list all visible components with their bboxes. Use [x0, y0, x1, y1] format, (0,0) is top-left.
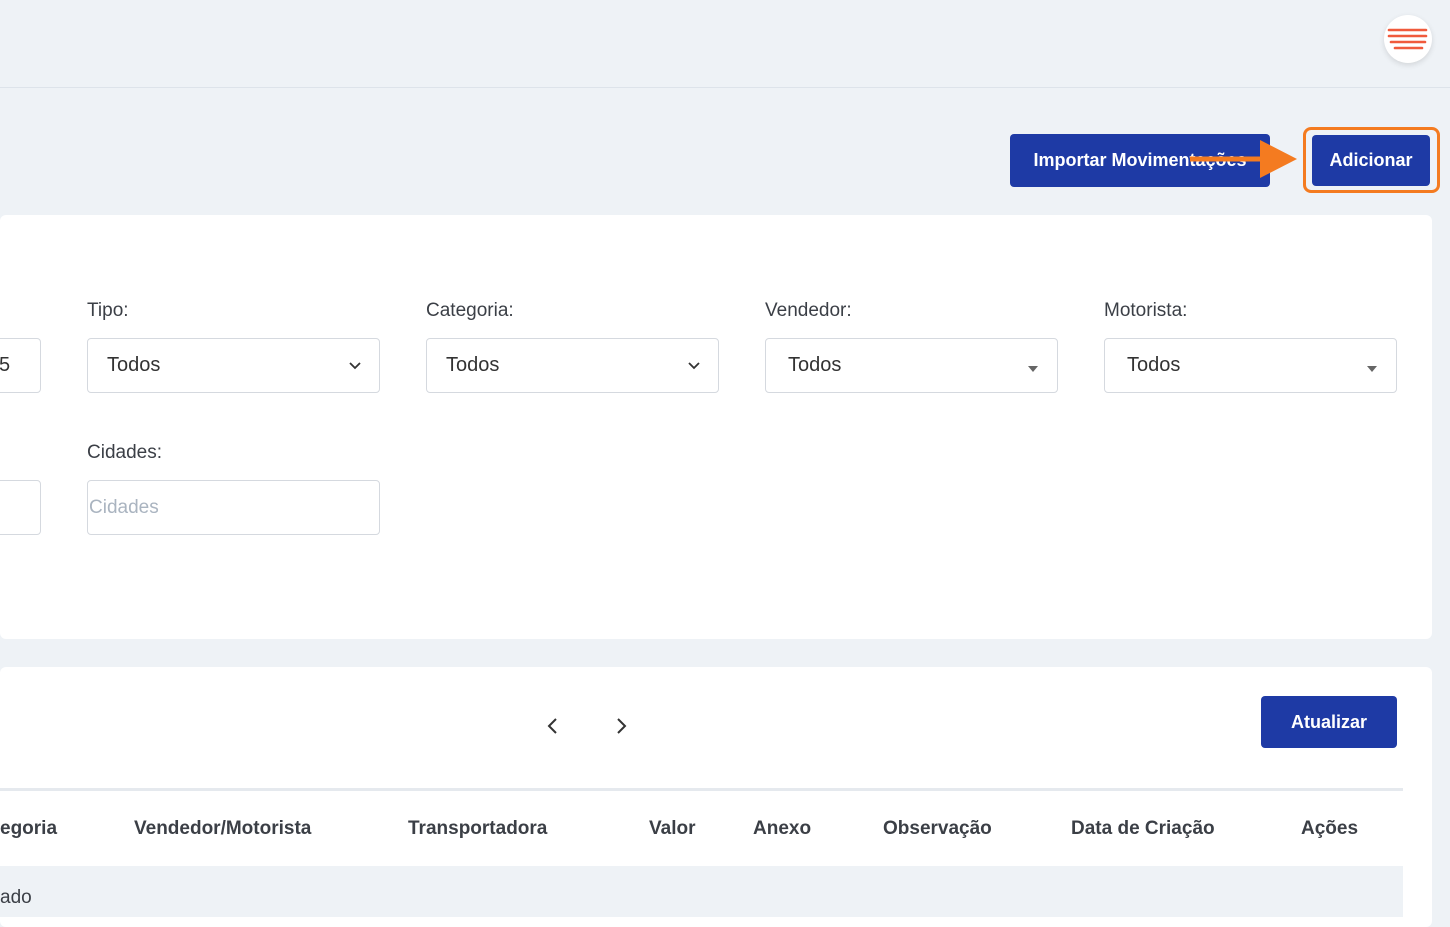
tipo-select[interactable]: Todos — [87, 338, 380, 393]
categoria-select-value: Todos — [446, 354, 500, 376]
tipo-label: Tipo: — [87, 300, 129, 321]
column-header-acoes: Ações — [1301, 818, 1359, 839]
table-header-divider — [0, 788, 1403, 791]
prev-page-button[interactable] — [536, 709, 570, 743]
user-avatar[interactable] — [1384, 15, 1432, 63]
add-button[interactable]: Adicionar — [1312, 135, 1430, 186]
column-header-data-criacao[interactable]: Data de Criação — [1071, 818, 1215, 840]
date-field-partial[interactable]: 5 — [0, 338, 41, 393]
filter-field-partial[interactable] — [0, 480, 41, 535]
table-row — [0, 866, 1403, 917]
top-bar — [0, 0, 1450, 88]
vendedor-select-value: Todos — [788, 354, 842, 376]
tipo-select-value: Todos — [107, 354, 161, 376]
chevron-left-icon — [547, 718, 557, 734]
column-header-observacao[interactable]: Observação — [883, 818, 992, 840]
tutorial-arrow-icon — [1190, 140, 1297, 178]
column-header-transportadora[interactable]: Transportadora — [408, 818, 547, 840]
motorista-select-value: Todos — [1127, 354, 1181, 376]
filters-panel — [0, 215, 1432, 639]
cidades-label: Cidades: — [87, 442, 162, 463]
date-field-value: 5 — [0, 354, 11, 376]
cidades-input[interactable] — [87, 480, 380, 535]
stacked-lines-icon — [1387, 28, 1428, 50]
motorista-select[interactable]: Todos — [1104, 338, 1397, 393]
next-page-button[interactable] — [604, 709, 638, 743]
column-header-vendedor-motorista[interactable]: Vendedor/Motorista — [134, 818, 311, 840]
categoria-select[interactable]: Todos — [426, 338, 719, 393]
chevron-down-icon — [349, 362, 361, 370]
categoria-label: Categoria: — [426, 300, 514, 321]
refresh-button[interactable]: Atualizar — [1261, 696, 1397, 748]
motorista-label: Motorista: — [1104, 300, 1188, 321]
caret-down-icon — [1028, 366, 1038, 372]
caret-down-icon — [1367, 366, 1377, 372]
column-header-valor[interactable]: Valor — [649, 818, 695, 840]
chevron-down-icon — [688, 362, 700, 370]
column-header-anexo[interactable]: Anexo — [753, 818, 811, 840]
vendedor-label: Vendedor: — [765, 300, 852, 321]
table-cell: ado — [0, 887, 32, 908]
chevron-right-icon — [617, 718, 627, 734]
column-header-categoria[interactable]: egoria — [0, 818, 57, 840]
vendedor-select[interactable]: Todos — [765, 338, 1058, 393]
